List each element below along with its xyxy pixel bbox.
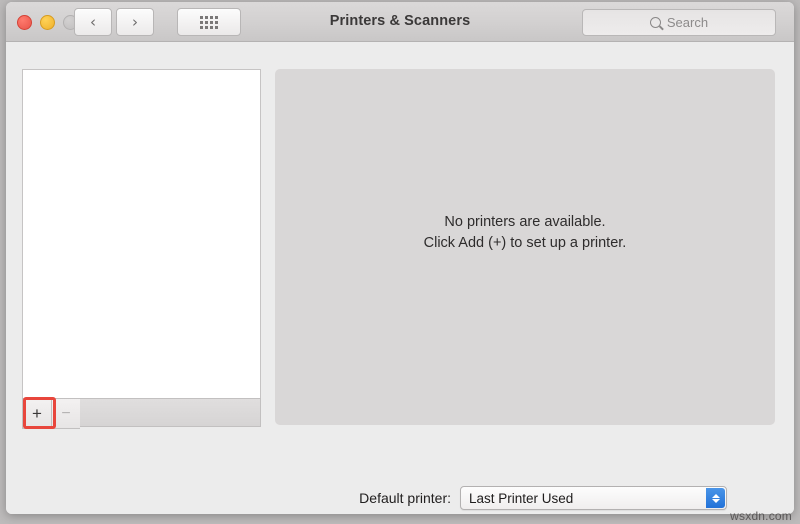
empty-state-line-2: Click Add (+) to set up a printer. — [423, 235, 627, 251]
watermark-text: wsxdn.com — [730, 509, 792, 523]
add-printer-button[interactable]: + — [22, 398, 51, 429]
preference-pane-content: + − No printers are available. Click Add… — [6, 42, 794, 514]
window-titlebar: ‹ › Printers & Scanners Search — [6, 2, 794, 42]
search-placeholder: Search — [666, 15, 709, 30]
default-printer-popup[interactable]: Last Printer Used — [460, 486, 727, 510]
printer-detail-pane: No printers are available. Click Add (+)… — [275, 69, 775, 425]
printer-list-toolbar: + − — [22, 398, 261, 429]
printer-list[interactable] — [22, 69, 261, 399]
remove-printer-button: − — [51, 398, 80, 429]
default-printer-value: Last Printer Used — [469, 490, 574, 506]
default-printer-stepper-icon[interactable] — [706, 488, 725, 508]
default-printer-label: Default printer: — [359, 490, 451, 506]
empty-state-message: No printers are available. Click Add (+)… — [275, 212, 775, 254]
system-preferences-window: ‹ › Printers & Scanners Search + − No pr… — [6, 2, 794, 514]
printer-list-toolbar-filler — [80, 398, 261, 427]
empty-state-line-1: No printers are available. — [444, 214, 606, 230]
screenshot-root: ‹ › Printers & Scanners Search + − No pr… — [0, 0, 800, 524]
search-icon — [649, 17, 661, 28]
default-printer-row: Default printer: Last Printer Used — [306, 486, 727, 510]
search-field[interactable]: Search — [582, 9, 776, 36]
